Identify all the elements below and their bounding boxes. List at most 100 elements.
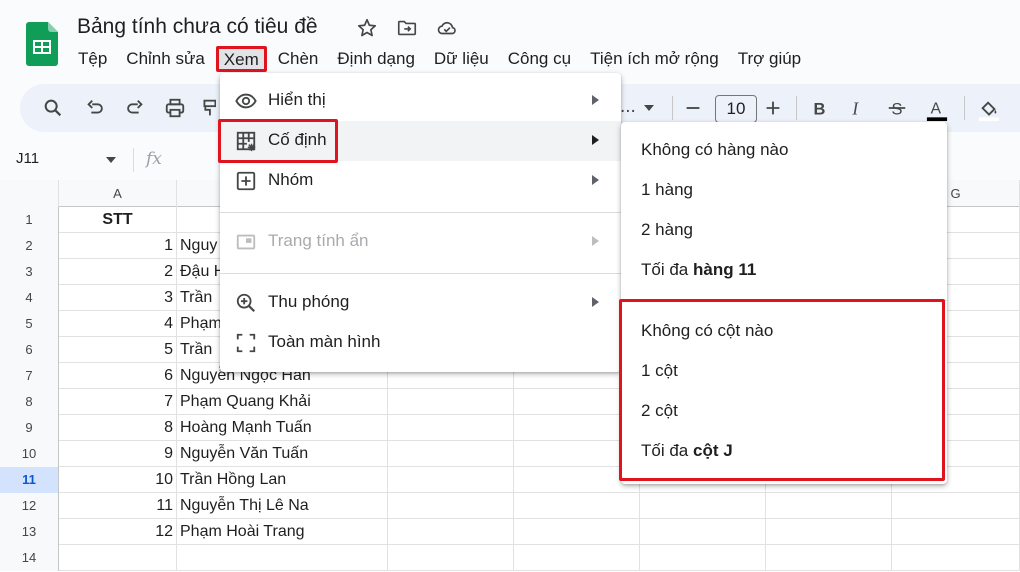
eye-icon	[235, 93, 257, 109]
svg-text:B: B	[814, 100, 826, 118]
cell-stt[interactable]: 4	[59, 311, 177, 337]
menu-edit[interactable]: Chỉnh sửa	[118, 46, 212, 72]
font-size-input[interactable]: 10	[715, 95, 757, 123]
freeze-one-row[interactable]: 1 hàng	[621, 171, 947, 211]
cell-stt[interactable]: 7	[59, 389, 177, 415]
menu-view[interactable]: Xem	[215, 46, 267, 72]
row-header[interactable]: 1	[0, 207, 59, 233]
row-header[interactable]: 6	[0, 337, 59, 363]
cell-empty[interactable]	[766, 519, 892, 545]
cell-empty[interactable]	[388, 389, 514, 415]
row-header[interactable]: 9	[0, 415, 59, 441]
row-header[interactable]: 4	[0, 285, 59, 311]
cloud-saved-icon[interactable]	[436, 17, 458, 39]
decrease-font-size-icon[interactable]	[682, 97, 704, 119]
menu-extensions[interactable]: Tiện ích mở rộng	[582, 46, 727, 72]
cell-empty[interactable]	[388, 545, 514, 571]
strikethrough-icon[interactable]: S	[886, 97, 908, 119]
cell-name[interactable]: Hoàng Mạnh Tuấn	[177, 415, 388, 441]
freeze-no-rows[interactable]: Không có hàng nào	[621, 131, 947, 171]
menu-item-fullscreen[interactable]: Toàn màn hình	[220, 323, 621, 363]
menu-file[interactable]: Tệp	[70, 46, 115, 72]
cell-empty[interactable]	[388, 493, 514, 519]
row-header[interactable]: 13	[0, 519, 59, 545]
cell-stt[interactable]: 3	[59, 285, 177, 311]
svg-text:S: S	[892, 100, 903, 118]
cell-empty[interactable]	[514, 493, 640, 519]
row-header[interactable]: 7	[0, 363, 59, 389]
menu-format[interactable]: Định dạng	[329, 46, 423, 72]
cell-stt[interactable]: 11	[59, 493, 177, 519]
column-header-a[interactable]: A	[59, 180, 177, 207]
bold-icon[interactable]: B	[808, 97, 830, 119]
menu-tools[interactable]: Công cụ	[500, 46, 579, 72]
cell-empty[interactable]	[640, 493, 766, 519]
menu-item-zoom[interactable]: Thu phóng	[220, 283, 621, 323]
cell-empty[interactable]	[388, 441, 514, 467]
cell-name[interactable]: Nguyễn Thị Lê Na	[177, 493, 388, 519]
document-title[interactable]: Bảng tính chưa có tiêu đề	[77, 15, 318, 39]
undo-icon[interactable]	[84, 97, 106, 119]
row-header[interactable]: 11	[0, 467, 59, 493]
cell-stt[interactable]: 6	[59, 363, 177, 389]
cell-name[interactable]: Trần Hồng Lan	[177, 467, 388, 493]
cell-empty[interactable]	[640, 519, 766, 545]
cell-empty[interactable]	[388, 467, 514, 493]
cell-empty[interactable]	[766, 545, 892, 571]
cell-empty[interactable]	[892, 519, 1020, 545]
cell-empty[interactable]	[514, 545, 640, 571]
font-dropdown-caret-icon[interactable]	[642, 101, 656, 115]
cell-empty[interactable]	[388, 415, 514, 441]
cell-stt[interactable]	[59, 545, 177, 571]
cell-empty[interactable]	[514, 519, 640, 545]
cell-empty[interactable]	[640, 545, 766, 571]
move-to-folder-icon[interactable]	[396, 17, 418, 39]
cell-stt[interactable]: 9	[59, 441, 177, 467]
cell-empty[interactable]	[388, 519, 514, 545]
row-header[interactable]: 3	[0, 259, 59, 285]
cell-empty[interactable]	[892, 545, 1020, 571]
font-family-more[interactable]: ...	[620, 96, 636, 118]
menu-item-group[interactable]: Nhóm	[220, 161, 621, 201]
cell-stt[interactable]: STT	[59, 207, 177, 233]
name-box-dropdown-icon[interactable]	[105, 156, 117, 164]
increase-font-size-icon[interactable]	[762, 97, 784, 119]
svg-text:I: I	[851, 98, 859, 118]
cell-stt[interactable]: 10	[59, 467, 177, 493]
cell-stt[interactable]: 12	[59, 519, 177, 545]
cell-name[interactable]: Phạm Quang Khải	[177, 389, 388, 415]
fill-color-icon[interactable]	[978, 97, 1000, 123]
cell-name[interactable]	[177, 545, 388, 571]
freeze-two-rows[interactable]: 2 hàng	[621, 211, 947, 251]
row-header[interactable]: 10	[0, 441, 59, 467]
text-color-icon[interactable]: A	[926, 97, 948, 123]
row-header[interactable]: 5	[0, 311, 59, 337]
cell-name[interactable]: Nguyễn Văn Tuấn	[177, 441, 388, 467]
select-all-corner[interactable]	[0, 180, 59, 207]
cell-empty[interactable]	[766, 493, 892, 519]
row-header[interactable]: 8	[0, 389, 59, 415]
name-box[interactable]: J11	[16, 150, 39, 167]
row-header[interactable]: 12	[0, 493, 59, 519]
cell-empty[interactable]	[892, 493, 1020, 519]
star-icon[interactable]	[356, 17, 378, 39]
cell-stt[interactable]: 5	[59, 337, 177, 363]
freeze-up-to-row[interactable]: Tối đa hàng 11	[621, 251, 947, 291]
cell-name[interactable]: Phạm Hoài Trang	[177, 519, 388, 545]
menu-insert[interactable]: Chèn	[270, 46, 327, 72]
italic-icon[interactable]: I	[846, 97, 868, 119]
menu-data[interactable]: Dữ liệu	[426, 46, 497, 72]
paint-format-icon[interactable]	[202, 97, 216, 119]
columns-highlight-box	[619, 299, 945, 481]
cell-stt[interactable]: 1	[59, 233, 177, 259]
sheets-logo-icon[interactable]	[26, 22, 58, 66]
redo-icon[interactable]	[124, 97, 146, 119]
menu-help[interactable]: Trợ giúp	[730, 46, 809, 72]
cell-stt[interactable]: 8	[59, 415, 177, 441]
menu-item-show[interactable]: Hiển thị	[220, 81, 621, 121]
cell-stt[interactable]: 2	[59, 259, 177, 285]
print-icon[interactable]	[164, 97, 186, 119]
row-header[interactable]: 2	[0, 233, 59, 259]
row-header[interactable]: 14	[0, 545, 59, 571]
search-icon[interactable]	[42, 97, 64, 119]
